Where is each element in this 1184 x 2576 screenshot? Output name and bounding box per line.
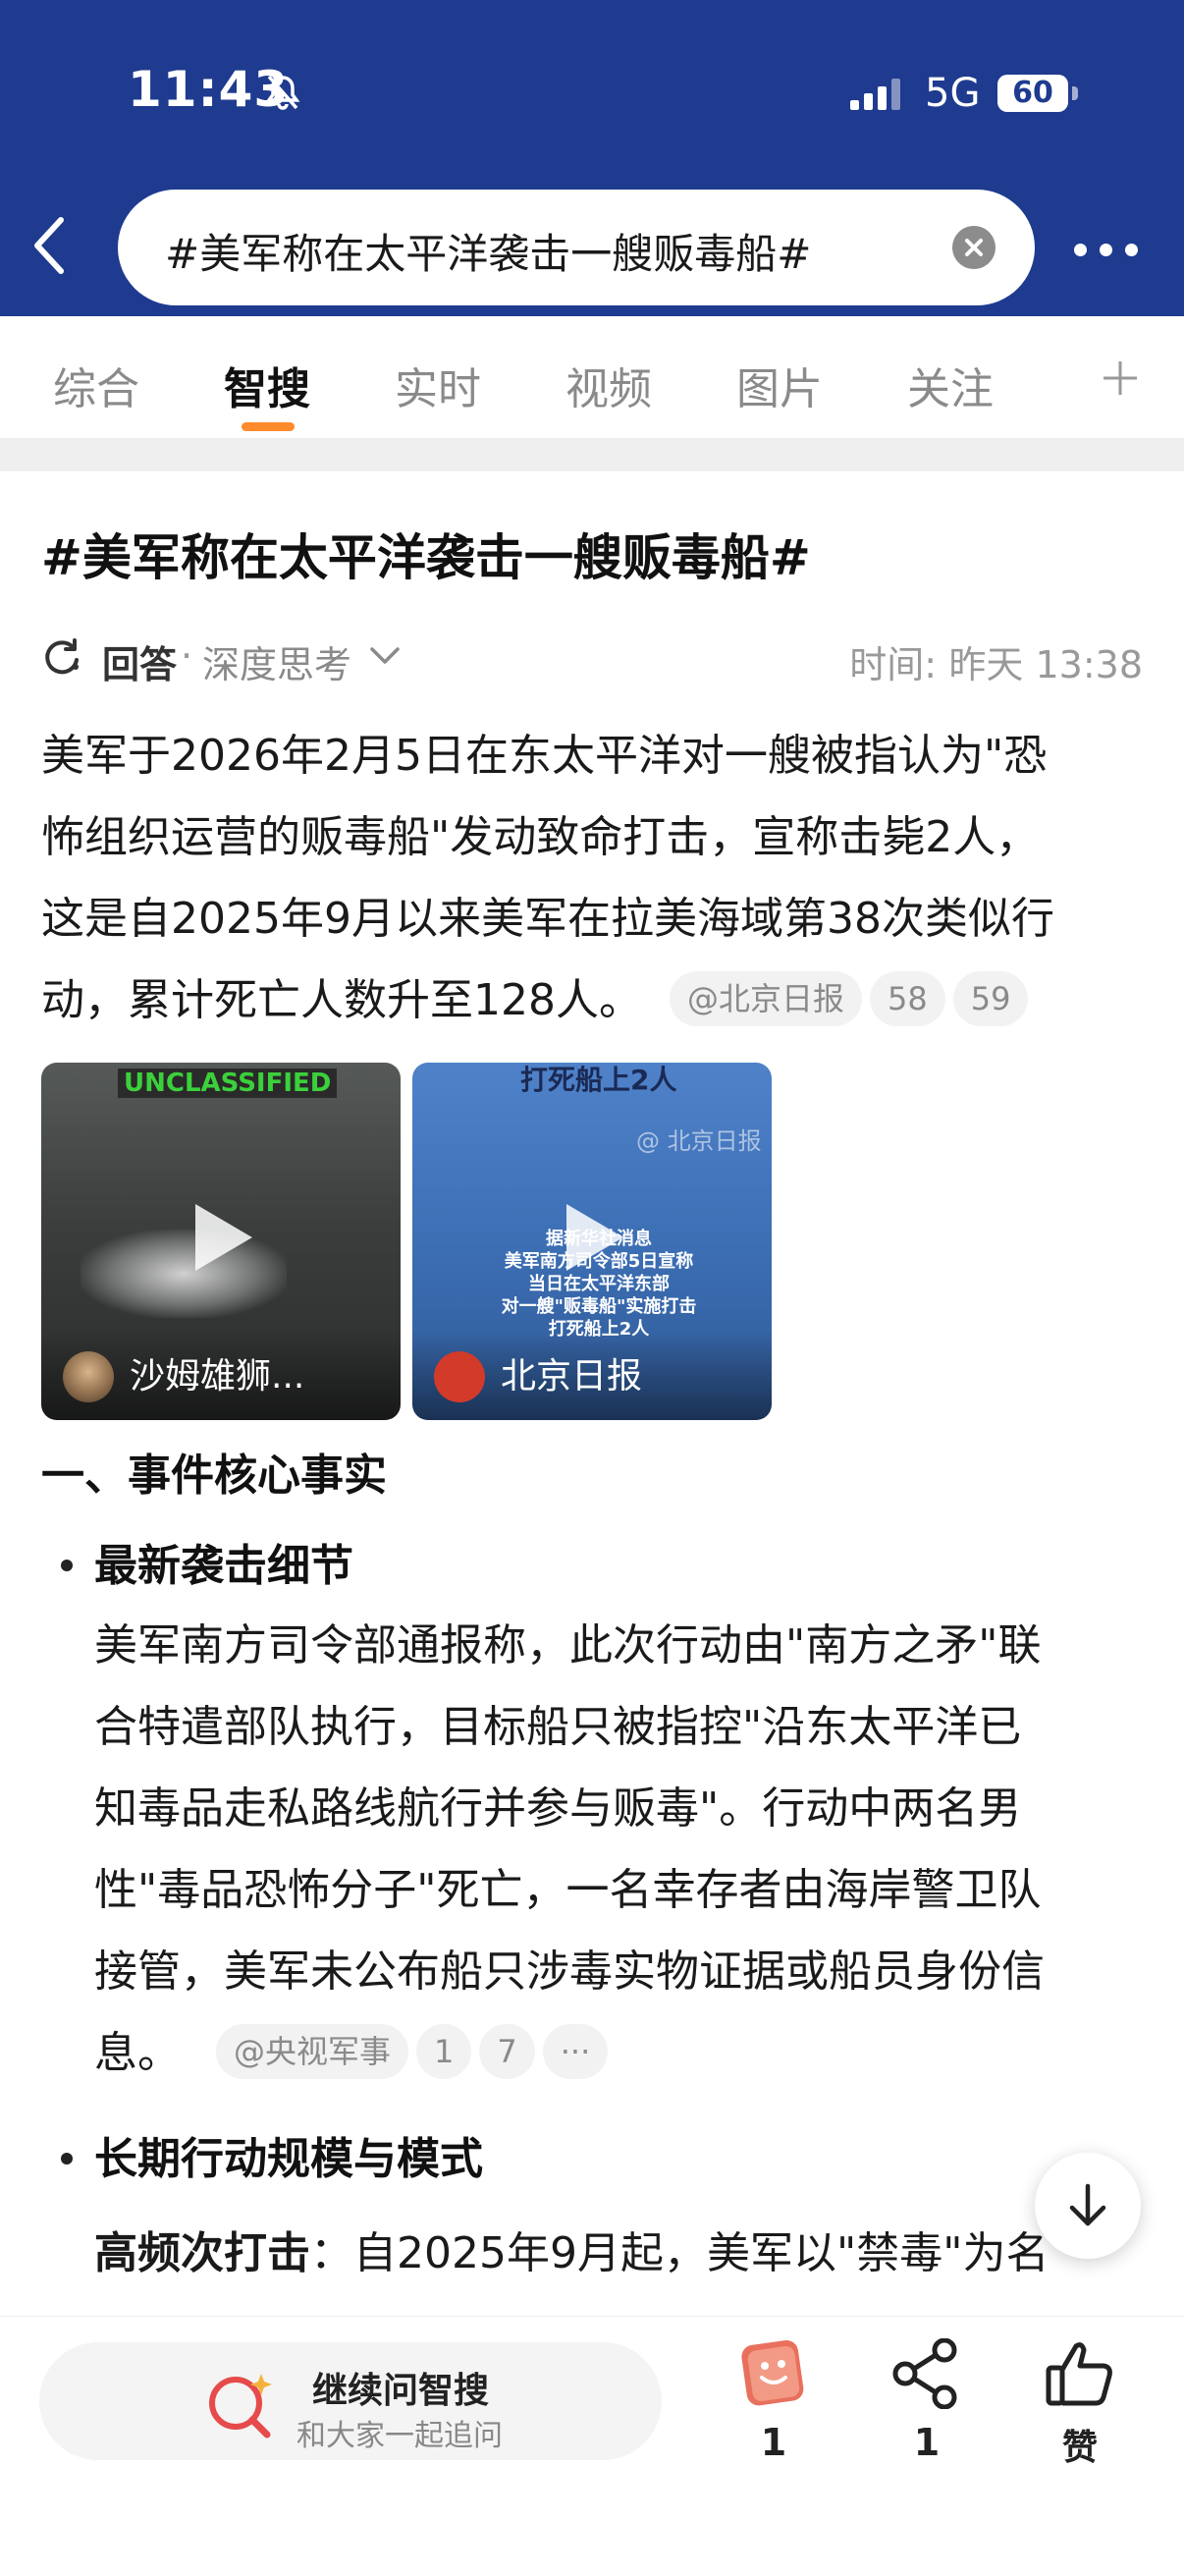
section-heading: 一、事件核心事实 xyxy=(41,1451,387,1501)
share-count: 1 xyxy=(913,2421,941,2464)
more-menu-button[interactable] xyxy=(1074,242,1151,260)
article-title: #美军称在太平洋袭击一艘贩毒船# xyxy=(41,529,811,586)
arrow-down-icon xyxy=(1069,2183,1106,2226)
share-icon xyxy=(892,2337,957,2410)
tab-bar: 综合 智搜 实时 视频 图片 关注 xyxy=(0,316,1184,438)
battery-cap xyxy=(1072,86,1078,100)
paragraph-line: 接管，美军未公布船只涉毒实物证据或船员身份信 xyxy=(94,1946,1045,1997)
paragraph-line: 合特遣部队执行，目标船只被指控"沿东太平洋已 xyxy=(94,1702,1022,1752)
tab-video[interactable]: 视频 xyxy=(565,354,652,416)
like-action[interactable]: 赞 xyxy=(1021,2338,1139,2470)
sticker-action[interactable]: 1 xyxy=(715,2338,833,2464)
bullet-dot xyxy=(61,2153,73,2165)
search-query: #美军称在太平洋袭击一艘贩毒船# xyxy=(165,230,812,278)
tab-smart-search[interactable]: 智搜 xyxy=(224,354,310,416)
meta-separator: · xyxy=(181,634,193,678)
answer-meta-row: 回答 · 深度思考 时间: 昨天 13:38 xyxy=(41,632,1143,686)
signal-icon xyxy=(850,79,905,114)
video-author: 沙姆雄狮... xyxy=(130,1356,305,1397)
subtitle-line: 对一艘"贩毒船"实施打击 xyxy=(501,1296,697,1317)
avatar xyxy=(63,1351,114,1402)
clear-search-button[interactable] xyxy=(952,226,996,269)
top-header: 11:43 5G 60 #美军称在太平洋袭击一艘贩毒船# xyxy=(0,0,1184,316)
battery-indicator: 60 xyxy=(997,75,1068,112)
close-icon xyxy=(965,239,983,256)
reference-chip[interactable]: 58 xyxy=(870,971,945,1026)
bullet-title: 最新袭击细节 xyxy=(94,1541,353,1591)
bullet-dot xyxy=(61,1560,73,1571)
reference-chip[interactable]: 59 xyxy=(952,971,1029,1026)
ai-search-icon xyxy=(204,2370,283,2444)
plus-icon xyxy=(1103,361,1137,395)
video-caption-top: 打死船上2人 xyxy=(520,1064,677,1096)
play-icon[interactable] xyxy=(182,1198,260,1281)
avatar xyxy=(434,1351,485,1402)
ask-subtitle: 和大家一起追问 xyxy=(296,2419,503,2453)
chevron-left-icon xyxy=(34,217,64,274)
active-tab-indicator xyxy=(242,422,295,431)
video-badge: UNCLASSIFIED xyxy=(118,1069,338,1098)
intro-line: 美军于2026年2月5日在东太平洋对一艘被指认为"恐 xyxy=(41,731,1048,781)
paragraph-line: 性"毒品恐怖分子"死亡，一名幸存者由海岸警卫队 xyxy=(94,1865,1042,1915)
paragraph-line: 美军南方司令部通报称，此次行动由"南方之矛"联 xyxy=(94,1620,1042,1671)
reference-chip[interactable]: 7 xyxy=(479,2024,535,2079)
tab-images[interactable]: 图片 xyxy=(736,354,823,416)
intro-line: 怖组织运营的贩毒船"发动致命打击，宣称击毙2人， xyxy=(41,812,1040,862)
time-value: 昨天 13:38 xyxy=(948,643,1143,686)
paragraph-line: 息。 xyxy=(94,2028,181,2078)
deep-thinking-toggle[interactable]: 深度思考 xyxy=(202,634,351,688)
add-tab-button[interactable] xyxy=(1100,357,1141,403)
like-label: 赞 xyxy=(1061,2428,1098,2468)
intro-line: 这是自2025年9月以来美军在拉美海域第38次类似行 xyxy=(41,894,1054,944)
bottom-bar: 继续问智搜 和大家一起追问 1 1 赞 xyxy=(0,2316,1184,2576)
tab-comprehensive[interactable]: 综合 xyxy=(53,354,139,416)
reference-chip[interactable]: 1 xyxy=(416,2024,472,2079)
play-icon[interactable] xyxy=(553,1198,631,1281)
intro-line-last: 动，累计死亡人数升至128人。 @北京日报 58 59 xyxy=(41,959,1151,1041)
answer-label: 回答 xyxy=(102,643,178,686)
more-dot-icon xyxy=(1100,244,1112,256)
source-chip[interactable]: @央视军事 xyxy=(216,2024,409,2079)
chevron-down-icon[interactable] xyxy=(369,646,401,670)
more-references-chip[interactable]: ··· xyxy=(542,2024,609,2079)
video-card[interactable]: 打死船上2人 @ 北京日报 据新华社消息 美军南方司令部5日宣称 当日在太平洋东… xyxy=(412,1063,772,1420)
more-dot-icon xyxy=(1074,244,1087,256)
source-chip[interactable]: @北京日报 xyxy=(669,971,862,1026)
video-card[interactable]: UNCLASSIFIED 沙姆雄狮... xyxy=(41,1063,401,1420)
tab-following[interactable]: 关注 xyxy=(907,354,994,416)
paragraph-line: 知毒品走私路线航行并参与贩毒"。行动中两名男 xyxy=(94,1783,1022,1834)
time-label: 时间: xyxy=(849,643,937,686)
back-button[interactable] xyxy=(29,216,69,279)
network-type: 5G xyxy=(925,71,981,116)
video-watermark: @ 北京日报 xyxy=(636,1127,762,1155)
section-divider xyxy=(0,438,1184,471)
refresh-icon xyxy=(41,636,82,682)
video-author: 北京日报 xyxy=(501,1356,643,1397)
sticker-icon xyxy=(741,2339,804,2406)
bell-muted-icon xyxy=(263,73,302,116)
paragraph-line-last: 息。 @央视军事 1 7 ··· xyxy=(94,2012,1155,2094)
scroll-down-button[interactable] xyxy=(1035,2153,1141,2259)
ask-title: 继续问智搜 xyxy=(312,2371,490,2411)
sticker-count: 1 xyxy=(760,2421,787,2464)
thumbs-up-icon xyxy=(1046,2342,1112,2406)
ask-followup-button[interactable]: 继续问智搜 和大家一起追问 xyxy=(39,2342,662,2460)
bullet-paragraph: 美军南方司令部通报称，此次行动由"南方之矛"联 合特遣部队执行，目标船只被指控"… xyxy=(94,1605,1155,2094)
share-action[interactable]: 1 xyxy=(868,2337,986,2464)
bullet-title: 长期行动规模与模式 xyxy=(94,2134,483,2184)
intro-line: 动，累计死亡人数升至128人。 xyxy=(41,975,642,1025)
paragraph-lead: 高频次打击 xyxy=(94,2228,310,2278)
intro-paragraph: 美军于2026年2月5日在东太平洋对一艘被指认为"恐 怖组织运营的贩毒船"发动致… xyxy=(41,715,1151,1041)
bullet-paragraph: 高频次打击：自2025年9月起，美军以"禁毒"为名 xyxy=(94,2218,1049,2280)
more-dot-icon xyxy=(1125,244,1138,256)
search-input[interactable]: #美军称在太平洋袭击一艘贩毒船# xyxy=(118,190,1035,305)
tab-realtime[interactable]: 实时 xyxy=(395,354,481,416)
paragraph-line: ：自2025年9月起，美军以"禁毒"为名 xyxy=(310,2228,1049,2278)
